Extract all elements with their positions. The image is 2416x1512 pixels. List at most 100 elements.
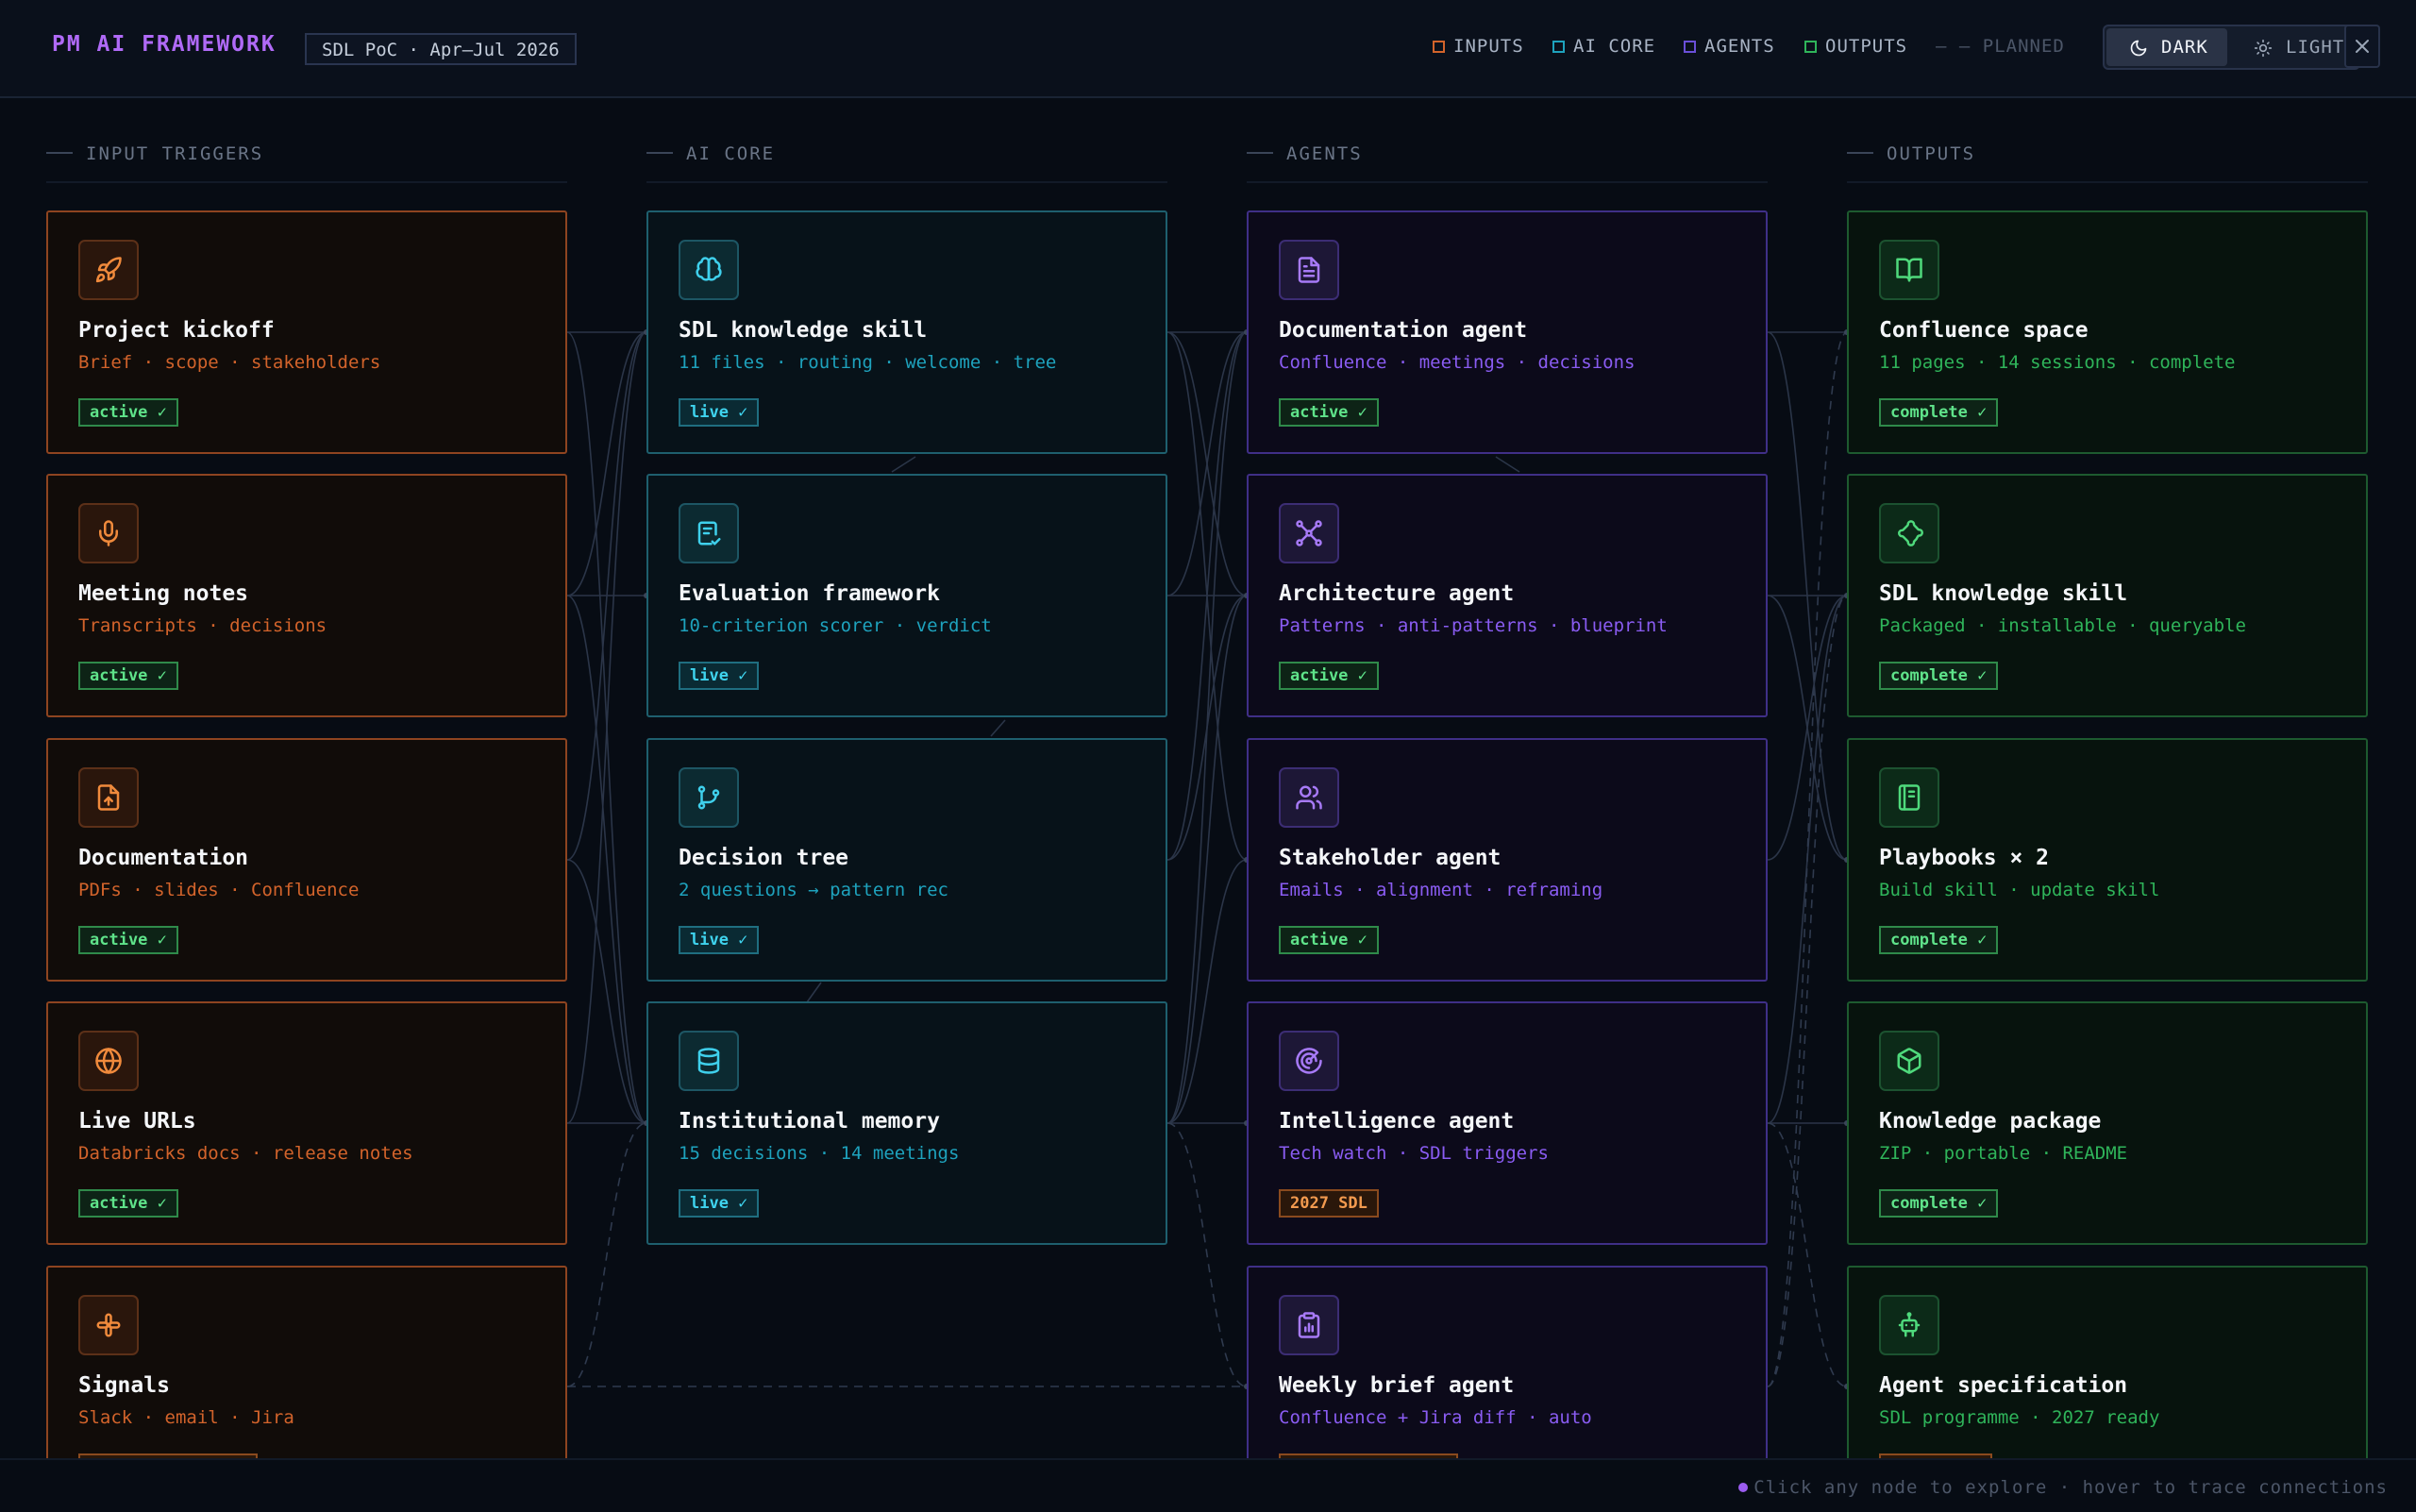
status-badge: complete ✓ xyxy=(1879,1189,1999,1218)
node-subtitle: Tech watch · SDL triggers xyxy=(1279,1143,1549,1164)
node-icon-box xyxy=(1879,240,1939,300)
node-subtitle: 11 pages · 14 sessions · complete xyxy=(1879,352,2236,373)
node-evaluation-framework[interactable]: Evaluation framework 10-criterion scorer… xyxy=(646,474,1167,717)
node-institutional-memory[interactable]: Institutional memory 15 decisions · 14 m… xyxy=(646,1001,1167,1245)
legend-agents: AGENTS xyxy=(1684,36,1775,57)
node-confluence-space[interactable]: Confluence space 11 pages · 14 sessions … xyxy=(1847,210,2368,454)
node-icon-box xyxy=(1879,767,1939,828)
network-icon xyxy=(1296,520,1322,546)
node-documentation-agent[interactable]: Documentation agent Confluence · meeting… xyxy=(1247,210,1768,454)
node-project-kickoff[interactable]: Project kickoff Brief · scope · stakehol… xyxy=(46,210,567,454)
node-subtitle: 10-criterion scorer · verdict xyxy=(679,615,992,636)
status-badge: active ✓ xyxy=(78,662,178,690)
theme-dark-button[interactable]: DARK xyxy=(2106,28,2227,66)
close-icon xyxy=(2356,40,2369,53)
theme-dark-label: DARK xyxy=(2161,37,2208,58)
status-badge: live ✓ xyxy=(679,926,760,954)
legend-inputs: INPUTS xyxy=(1433,36,1524,57)
node-title: Evaluation framework xyxy=(679,581,940,606)
node-intelligence-agent[interactable]: Intelligence agent Tech watch · SDL trig… xyxy=(1247,1001,1768,1245)
status-badge: active ✓ xyxy=(1279,398,1379,427)
node-sdl-knowledge-skill-output[interactable]: SDL knowledge skill Packaged · installab… xyxy=(1847,474,2368,717)
legend-label: AGENTS xyxy=(1704,36,1775,57)
node-live-urls[interactable]: Live URLs Databricks docs · release note… xyxy=(46,1001,567,1245)
node-architecture-agent[interactable]: Architecture agent Patterns · anti-patte… xyxy=(1247,474,1768,717)
brain-icon xyxy=(696,257,722,281)
node-subtitle: PDFs · slides · Confluence xyxy=(78,880,360,900)
node-icon-box xyxy=(1279,503,1339,563)
node-sdl-knowledge-skill[interactable]: SDL knowledge skill 11 files · routing ·… xyxy=(646,210,1167,454)
rocket-icon xyxy=(95,257,122,283)
node-icon-box xyxy=(78,1031,139,1091)
package-icon xyxy=(1897,1048,1921,1074)
notebook-icon xyxy=(1898,784,1921,811)
checklist-icon xyxy=(697,521,721,546)
column-header-outputs: OUTPUTS xyxy=(1847,143,1975,164)
theme-toggle: DARK LIGHT xyxy=(2103,25,2360,70)
node-subtitle: Confluence · meetings · decisions xyxy=(1279,352,1636,373)
node-title: Stakeholder agent xyxy=(1279,846,1502,870)
node-stakeholder-agent[interactable]: Stakeholder agent Emails · alignment · r… xyxy=(1247,738,1768,982)
status-badge: active ✓ xyxy=(1279,926,1379,954)
node-decision-tree[interactable]: Decision tree 2 questions → pattern rec … xyxy=(646,738,1167,982)
node-subtitle: Databricks docs · release notes xyxy=(78,1143,413,1164)
node-subtitle: 15 decisions · 14 meetings xyxy=(679,1143,960,1164)
status-badge: active ✓ xyxy=(78,1189,178,1218)
node-subtitle: Transcripts · decisions xyxy=(78,615,327,636)
status-badge: live ✓ xyxy=(679,662,760,690)
node-documentation[interactable]: Documentation PDFs · slides · Confluence… xyxy=(46,738,567,982)
column-divider xyxy=(1247,181,1768,183)
node-meeting-notes[interactable]: Meeting notes Transcripts · decisions ac… xyxy=(46,474,567,717)
app-title: PM AI FRAMEWORK xyxy=(52,32,277,57)
node-icon-box xyxy=(1879,1295,1939,1355)
column-header-label: INPUT TRIGGERS xyxy=(86,143,264,164)
status-badge: complete ✓ xyxy=(1879,398,1999,427)
node-title: Weekly brief agent xyxy=(1279,1373,1515,1398)
node-icon-box xyxy=(1279,1295,1339,1355)
node-icon-box xyxy=(1279,1031,1339,1091)
legend-ai-core: AI CORE xyxy=(1552,36,1655,57)
legend-swatch-ai-core xyxy=(1552,41,1565,53)
node-icon-box xyxy=(78,1295,139,1355)
node-title: Documentation agent xyxy=(1279,318,1528,343)
hint-text: Click any node to explore · hover to tra… xyxy=(1738,1477,2388,1498)
node-subtitle: SDL programme · 2027 ready xyxy=(1879,1407,2160,1428)
node-subtitle: Slack · email · Jira xyxy=(78,1407,294,1428)
node-title: Meeting notes xyxy=(78,581,249,606)
file-upload-icon xyxy=(97,784,120,811)
node-title: Project kickoff xyxy=(78,318,275,343)
theme-light-button[interactable]: LIGHT xyxy=(2231,28,2357,66)
node-title: Confluence space xyxy=(1879,318,2089,343)
node-playbooks[interactable]: Playbooks × 2 Build skill · update skill… xyxy=(1847,738,2368,982)
node-title: SDL knowledge skill xyxy=(679,318,928,343)
node-subtitle: Packaged · installable · queryable xyxy=(1879,615,2246,636)
column-header-label: AI CORE xyxy=(686,143,776,164)
divider xyxy=(46,152,73,154)
project-pill: SDL PoC · Apr–Jul 2026 xyxy=(305,33,577,65)
top-bar: PM AI FRAMEWORK SDL PoC · Apr–Jul 2026 I… xyxy=(0,0,2416,98)
git-branch-icon xyxy=(697,785,720,810)
node-title: Playbooks × 2 xyxy=(1879,846,2050,870)
globe-icon xyxy=(95,1048,122,1074)
database-icon xyxy=(697,1048,720,1074)
column-header-inputs: INPUT TRIGGERS xyxy=(46,143,263,164)
node-knowledge-package[interactable]: Knowledge package ZIP · portable · READM… xyxy=(1847,1001,2368,1245)
book-open-icon xyxy=(1896,258,1922,282)
node-icon-box xyxy=(78,503,139,563)
column-divider xyxy=(1847,181,2368,183)
column-header-label: OUTPUTS xyxy=(1887,143,1976,164)
document-icon xyxy=(1298,257,1320,283)
divider xyxy=(1847,152,1873,154)
node-title: Architecture agent xyxy=(1279,581,1515,606)
node-icon-box xyxy=(679,767,739,828)
node-icon-box xyxy=(78,767,139,828)
microphone-icon xyxy=(99,520,118,546)
node-title: Decision tree xyxy=(679,846,849,870)
node-title: Knowledge package xyxy=(1879,1109,2102,1134)
node-title: Agent specification xyxy=(1879,1373,2128,1398)
column-divider xyxy=(46,181,567,183)
status-badge: complete ✓ xyxy=(1879,662,1999,690)
legend-label: OUTPUTS xyxy=(1825,36,1908,57)
legend-label: INPUTS xyxy=(1453,36,1524,57)
close-button[interactable] xyxy=(2344,25,2380,68)
